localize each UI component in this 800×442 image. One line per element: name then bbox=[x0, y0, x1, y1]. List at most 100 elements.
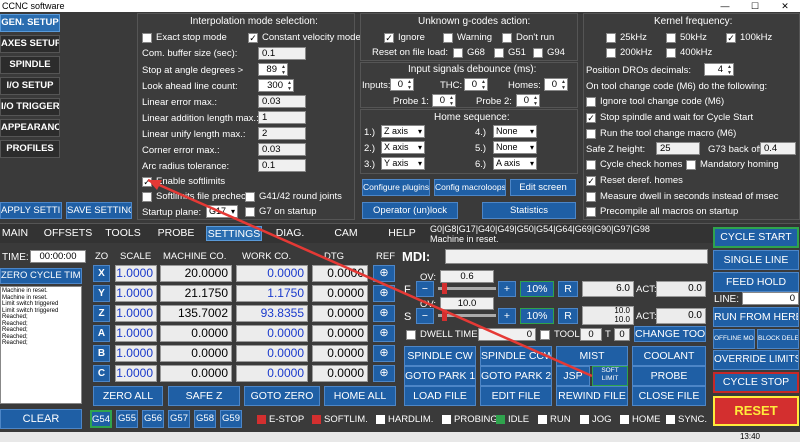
tool-checkbox[interactable] bbox=[540, 330, 550, 340]
home-seq-6-select[interactable]: A axis bbox=[493, 157, 537, 170]
home-seq-5-select[interactable]: None bbox=[493, 141, 537, 154]
load-file-button[interactable]: LOAD FILE bbox=[404, 386, 476, 406]
corner-error-field[interactable]: 0.03 bbox=[258, 143, 306, 156]
g41-checkbox[interactable] bbox=[245, 192, 255, 202]
axis-b-scale[interactable]: 1.0000 bbox=[115, 345, 157, 362]
axis-y-work[interactable]: 1.1750 bbox=[236, 285, 308, 302]
axis-b-ref-icon[interactable]: ⊕ bbox=[373, 345, 395, 362]
tab-settings[interactable]: SETTINGS bbox=[206, 226, 262, 241]
clear-button[interactable]: CLEAR bbox=[0, 409, 82, 429]
startup-plane-select[interactable]: G17 bbox=[206, 205, 238, 218]
linear-error-field[interactable]: 0.03 bbox=[258, 95, 306, 108]
reset-deref-checkbox[interactable]: ✓ bbox=[586, 176, 596, 186]
close-file-button[interactable]: CLOSE FILE bbox=[632, 386, 706, 406]
jsp-button[interactable]: JSP bbox=[556, 366, 590, 386]
thc-stepper[interactable]: 0 bbox=[464, 78, 488, 91]
softlimits-checkbox[interactable]: ✓ bbox=[142, 177, 152, 187]
safe-z-field[interactable]: 25 bbox=[656, 142, 700, 155]
axis-a-work[interactable]: 0.0000 bbox=[236, 325, 308, 342]
freq-50khz-checkbox[interactable] bbox=[666, 33, 676, 43]
speed-plus-button[interactable]: + bbox=[498, 308, 516, 324]
offset-g56-button[interactable]: G56 bbox=[142, 410, 164, 428]
dwell-checkbox[interactable] bbox=[406, 330, 416, 340]
run-from-here-button[interactable]: RUN FROM HERE bbox=[713, 307, 799, 327]
tab-diag[interactable]: DIAG. bbox=[270, 226, 310, 241]
menu-gen-setup[interactable]: GEN. SETUP bbox=[0, 14, 60, 32]
menu-appearance[interactable]: APPEARANCE bbox=[0, 119, 60, 137]
exact-stop-checkbox[interactable] bbox=[142, 33, 152, 43]
cycle-check-homes-checkbox[interactable] bbox=[586, 160, 596, 170]
buffer-field[interactable]: 0.1 bbox=[258, 47, 306, 60]
speed-percent-button[interactable]: 10% bbox=[520, 308, 554, 324]
dro-decimals-stepper[interactable]: 4 bbox=[704, 63, 734, 76]
t-field[interactable]: 0 bbox=[614, 328, 630, 341]
g94-checkbox[interactable] bbox=[533, 48, 543, 58]
goto-zero-button[interactable]: GOTO ZERO bbox=[244, 386, 320, 406]
axis-x-scale[interactable]: 1.0000 bbox=[115, 265, 157, 282]
speed-minus-button[interactable]: − bbox=[416, 308, 434, 324]
home-seq-1-select[interactable]: Z axis bbox=[381, 125, 425, 138]
menu-profiles[interactable]: PROFILES bbox=[0, 140, 60, 158]
soft-limit-button[interactable]: SOFT LIMIT bbox=[592, 366, 628, 386]
lookahead-stepper[interactable]: 300 bbox=[258, 79, 294, 92]
tab-offsets[interactable]: OFFSETS bbox=[40, 226, 96, 241]
edit-screen-button[interactable]: Edit screen bbox=[510, 179, 576, 196]
coolant-button[interactable]: COOLANT bbox=[632, 346, 706, 366]
linear-addition-field[interactable]: 1 bbox=[258, 111, 306, 124]
inputs-stepper[interactable]: 0 bbox=[390, 78, 414, 91]
feed-minus-button[interactable]: − bbox=[416, 281, 434, 297]
axis-b-button[interactable]: B bbox=[93, 345, 110, 362]
maximize-button[interactable]: ☐ bbox=[740, 0, 770, 12]
stop-angle-stepper[interactable]: 89 bbox=[258, 63, 288, 76]
axis-y-ref-icon[interactable]: ⊕ bbox=[373, 285, 395, 302]
axis-z-button[interactable]: Z bbox=[93, 305, 110, 322]
reset-button[interactable]: RESET bbox=[713, 396, 799, 426]
spindle-ccw-button[interactable]: SPINDLE CCW bbox=[480, 346, 552, 366]
probe2-stepper[interactable]: 0 bbox=[516, 94, 540, 107]
config-macroloops-button[interactable]: Config macroloops bbox=[434, 179, 506, 196]
safe-z-button[interactable]: SAFE Z bbox=[168, 386, 240, 406]
axis-a-ref-icon[interactable]: ⊕ bbox=[373, 325, 395, 342]
axis-x-ref-icon[interactable]: ⊕ bbox=[373, 265, 395, 282]
axis-z-scale[interactable]: 1.0000 bbox=[115, 305, 157, 322]
offset-g57-button[interactable]: G57 bbox=[168, 410, 190, 428]
dwell-field[interactable]: 0 bbox=[478, 328, 536, 341]
offline-mode-button[interactable]: OFFLINE MODE bbox=[713, 329, 755, 349]
close-button[interactable]: ✕ bbox=[770, 0, 800, 12]
feed-percent-button[interactable]: 10% bbox=[520, 281, 554, 297]
g73-field[interactable]: 0.4 bbox=[760, 142, 796, 155]
home-seq-2-select[interactable]: X axis bbox=[381, 141, 425, 154]
homes-stepper[interactable]: 0 bbox=[544, 78, 568, 91]
mdi-input[interactable] bbox=[445, 249, 708, 264]
cycle-stop-button[interactable]: CYCLE STOP bbox=[713, 372, 799, 393]
save-settings-button[interactable]: SAVE SETTINGS bbox=[66, 202, 132, 219]
axis-y-scale[interactable]: 1.0000 bbox=[115, 285, 157, 302]
g68-checkbox[interactable] bbox=[453, 48, 463, 58]
probe-button[interactable]: PROBE bbox=[632, 366, 706, 386]
axis-c-ref-icon[interactable]: ⊕ bbox=[373, 365, 395, 382]
menu-io-setup[interactable]: I/O SETUP bbox=[0, 77, 60, 95]
goto-park1-button[interactable]: GOTO PARK 1 bbox=[404, 366, 476, 386]
tab-tools[interactable]: TOOLS bbox=[100, 226, 146, 241]
axis-y-button[interactable]: Y bbox=[93, 285, 110, 302]
menu-axes-setup[interactable]: AXES SETUP bbox=[0, 35, 60, 53]
freq-400khz-checkbox[interactable] bbox=[666, 48, 676, 58]
precompile-checkbox[interactable] bbox=[586, 207, 596, 217]
axis-z-work[interactable]: 93.8355 bbox=[236, 305, 308, 322]
axis-a-button[interactable]: A bbox=[93, 325, 110, 342]
speed-slider[interactable] bbox=[438, 310, 496, 321]
freq-100khz-checkbox[interactable]: ✓ bbox=[726, 33, 736, 43]
tab-probe[interactable]: PROBE bbox=[152, 226, 200, 241]
tool-field[interactable]: 0 bbox=[580, 328, 602, 341]
tab-help[interactable]: HELP bbox=[382, 226, 422, 241]
axis-x-work[interactable]: 0.0000 bbox=[236, 265, 308, 282]
ignore-checkbox[interactable]: ✓ bbox=[384, 33, 394, 43]
feed-plus-button[interactable]: + bbox=[498, 281, 516, 297]
axis-c-scale[interactable]: 1.0000 bbox=[115, 365, 157, 382]
home-all-button[interactable]: HOME ALL bbox=[324, 386, 396, 406]
softlimits-precheck-checkbox[interactable] bbox=[142, 192, 152, 202]
home-seq-3-select[interactable]: Y axis bbox=[381, 157, 425, 170]
change-tool-button[interactable]: CHANGE TOOL bbox=[634, 326, 706, 342]
block-delete-button[interactable]: BLOCK DELETE bbox=[757, 329, 799, 349]
apply-settings-button[interactable]: APPLY SETTINGS bbox=[0, 202, 62, 219]
